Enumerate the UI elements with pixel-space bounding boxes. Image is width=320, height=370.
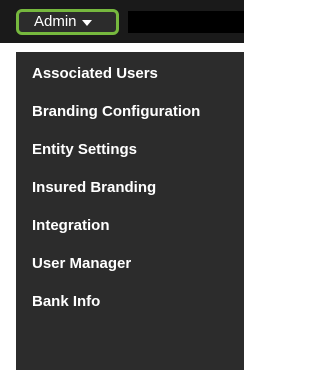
topbar-black-field: [128, 11, 244, 33]
admin-menu-button[interactable]: Admin: [16, 9, 119, 35]
menu-item-entity-settings[interactable]: Entity Settings: [16, 130, 244, 168]
caret-down-icon: [81, 19, 92, 26]
page: Admin Associated Users Branding Configur…: [0, 0, 244, 370]
admin-dropdown-menu: Associated Users Branding Configuration …: [16, 52, 244, 370]
menu-item-insured-branding[interactable]: Insured Branding: [16, 168, 244, 206]
menu-item-associated-users[interactable]: Associated Users: [16, 54, 244, 92]
menu-item-user-manager[interactable]: User Manager: [16, 244, 244, 282]
menu-item-bank-info[interactable]: Bank Info: [16, 282, 244, 320]
admin-menu-label: Admin: [34, 13, 77, 30]
menu-item-integration[interactable]: Integration: [16, 206, 244, 244]
menu-item-branding-configuration[interactable]: Branding Configuration: [16, 92, 244, 130]
top-navigation-bar: Admin: [0, 0, 244, 43]
